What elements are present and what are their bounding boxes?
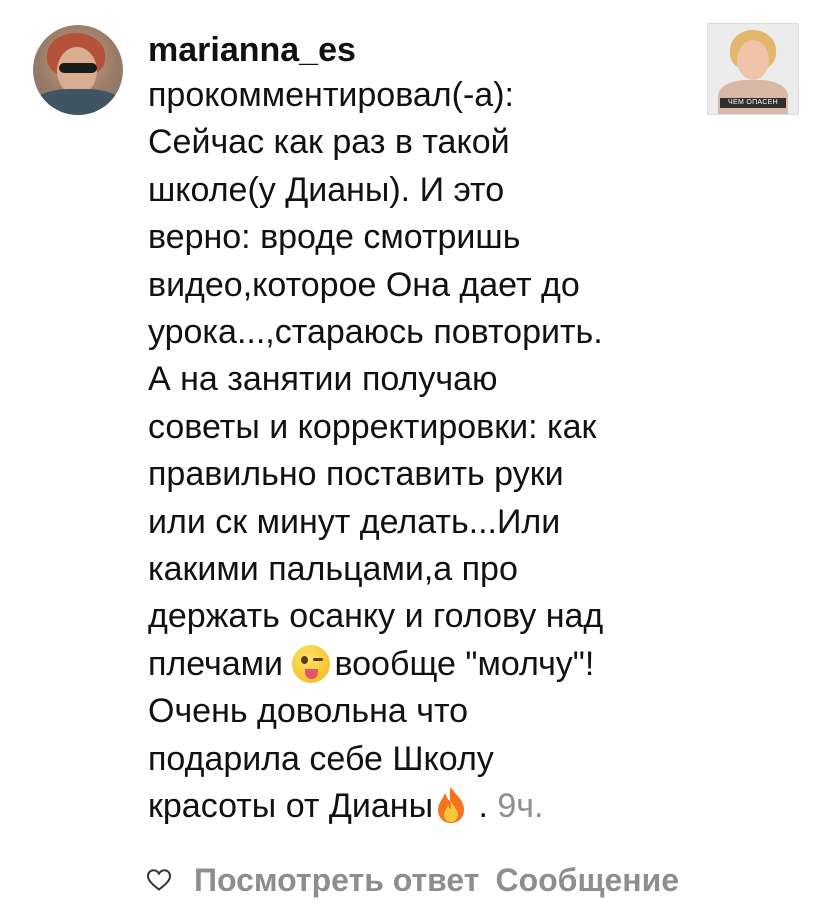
post-thumbnail[interactable]: ЧЕМ ОПАСЕН [707,23,799,115]
message-button[interactable]: Сообщение [495,862,679,899]
heart-outline-icon[interactable] [146,868,172,892]
comment-line-11: какими пальцами,а про [148,550,518,589]
comment-line-3: школе(у Дианы). И это [148,170,505,209]
comment-line-12: держать осанку и голову над [148,597,604,636]
comment-line-2: Сейчас как раз в такой [148,123,510,162]
comment-line-7: А на занятии получаю [148,360,498,399]
comment-line-13-end: вообще "молчу"! [334,644,595,683]
avatar-shoulder [33,89,123,115]
comment-line-8: советы и корректировки: как [148,407,597,446]
notification-text: marianna_es прокомментировал(-а): Сейчас… [148,28,693,831]
comment-line-16: красоты от Дианы . 9ч. [148,783,693,830]
view-reply-button[interactable]: Посмотреть ответ [194,862,479,899]
comment-line-10: или ск минут делать...Или [148,502,561,541]
comment-line-1: прокомментировал(-а): [148,76,514,114]
comment-line-6: урока...,стараюсь повторить. [148,313,603,352]
comment-line-13: плечами вообще "молчу"! [148,641,693,688]
comment-line-16-separator: . [469,787,498,826]
comment-line-14: Очень довольна что [148,692,469,731]
comment-line-15: подарила себе Школу [148,739,494,778]
avatar-sunglasses [59,63,97,73]
winking-face-emoji-icon [292,644,331,683]
notification-actions: Посмотреть ответ Сообщение [146,856,695,904]
timestamp: 9ч. [497,787,544,826]
username[interactable]: marianna_es [148,28,693,72]
comment-line-9: правильно поставить руки [148,455,564,494]
comment-line-4: верно: вроде смотришь [148,218,521,257]
comment-line-13-start: плечами [148,644,293,683]
comment-line-5: видео,которое Она дает до [148,265,580,304]
comment-line-16-start: красоты от Дианы [148,787,434,826]
avatar[interactable] [33,25,123,115]
thumbnail-caption: ЧЕМ ОПАСЕН [720,98,786,108]
comment-notification[interactable]: marianna_es прокомментировал(-а): Сейчас… [0,0,828,923]
fire-emoji-icon [438,787,465,824]
thumbnail-face [737,40,769,80]
